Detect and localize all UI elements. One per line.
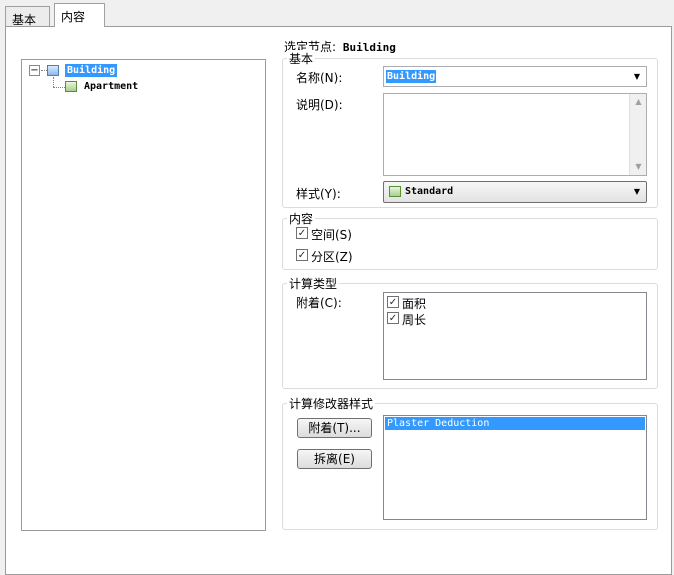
checkbox-spaces-label: 空间(S) (311, 228, 352, 242)
style-combo[interactable]: Standard ▼ (383, 181, 647, 203)
basic-group-title: 基本 (287, 50, 316, 67)
tab-content[interactable]: 内容 (54, 3, 105, 27)
name-value: Building (386, 70, 437, 83)
calc-type-list[interactable]: ✓ 面积 ✓ 周长 (383, 292, 647, 380)
calc-item-perimeter-box[interactable]: ✓ (387, 312, 399, 324)
description-label: 说明(D): (296, 98, 343, 112)
tree-collapse-icon[interactable]: − (29, 65, 40, 76)
content-group-title: 内容 (287, 210, 316, 227)
scroll-up-icon[interactable]: ▲ (630, 94, 647, 110)
chevron-down-icon[interactable]: ▼ (629, 68, 645, 86)
checkbox-zones-label: 分区(Z) (311, 250, 353, 264)
space-icon (65, 81, 77, 92)
style-value: Standard (405, 186, 454, 197)
list-item[interactable]: Plaster Deduction (385, 417, 645, 430)
attach-button[interactable]: 附着(T)... (297, 418, 372, 438)
selected-node-value: Building (342, 41, 396, 54)
modifier-group-title: 计算修改器样式 (287, 395, 376, 412)
detach-button-label: 拆离(E) (314, 452, 355, 466)
description-field[interactable]: ▲ ▼ (383, 93, 647, 176)
name-label: 名称(N): (296, 71, 343, 85)
modifier-list[interactable]: Plaster Deduction (383, 415, 647, 520)
calc-type-group-title: 计算类型 (287, 275, 340, 292)
calc-item-area-label: 面积 (402, 297, 427, 311)
tab-basic[interactable]: 基本 (5, 6, 50, 27)
calc-item-area-box[interactable]: ✓ (387, 296, 399, 308)
tree-view[interactable]: − Building Apartment (21, 59, 266, 531)
scroll-down-icon[interactable]: ▼ (630, 159, 647, 175)
style-label: 样式(Y): (296, 187, 341, 201)
checkbox-zones-box[interactable]: ✓ (296, 249, 308, 261)
calc-item-perimeter-label: 周长 (402, 313, 427, 327)
chevron-down-icon[interactable]: ▼ (629, 183, 645, 201)
tree-node-apartment[interactable]: Apartment (84, 80, 138, 93)
tab-content-label: 内容 (61, 10, 86, 24)
tree-connector-child (53, 87, 65, 88)
tree-node-building[interactable]: Building (65, 64, 118, 77)
tab-basic-label: 基本 (12, 13, 37, 27)
style-icon (389, 186, 401, 197)
calc-attach-label: 附着(C): (296, 296, 342, 310)
checkbox-spaces-box[interactable]: ✓ (296, 227, 308, 239)
building-icon (47, 65, 59, 76)
attach-button-label: 附着(T)... (308, 421, 361, 435)
name-combo[interactable]: Building ▼ (383, 66, 647, 87)
tree-connector-vertical (53, 77, 54, 87)
detach-button[interactable]: 拆离(E) (297, 449, 372, 469)
description-scrollbar[interactable]: ▲ ▼ (629, 94, 646, 175)
